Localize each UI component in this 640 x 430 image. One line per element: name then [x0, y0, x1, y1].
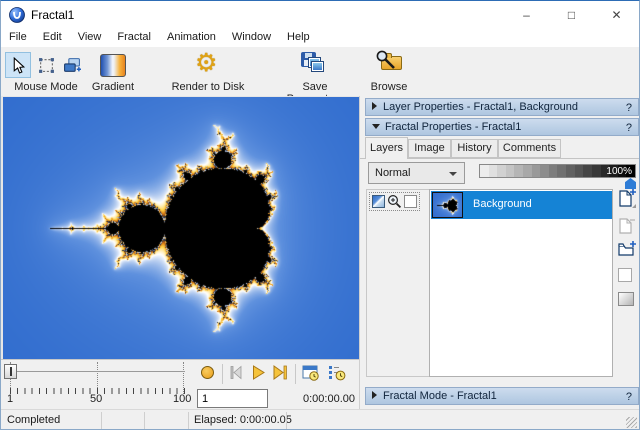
menu-window[interactable]: Window: [224, 29, 279, 47]
menu-animation[interactable]: Animation: [159, 29, 224, 47]
animation-window-button[interactable]: [302, 365, 320, 381]
play-button[interactable]: [250, 365, 266, 380]
layer-name: Background: [473, 198, 532, 210]
save-parameters-button[interactable]: [301, 52, 327, 78]
layer-thumbnail-canvas: [433, 193, 462, 217]
tick-label-1: 1: [7, 393, 13, 405]
collapsed-arrow-icon: [372, 102, 377, 110]
mouse-mode-switch-button[interactable]: [59, 52, 85, 78]
blend-mode-value: Normal: [375, 167, 410, 179]
fractal-mode-title: Fractal Mode - Fractal1: [383, 390, 497, 402]
minimize-button[interactable]: –: [504, 1, 549, 29]
layer-editable-icon[interactable]: [387, 194, 402, 209]
collapsed-arrow-icon: [372, 391, 377, 399]
fractal-properties-header[interactable]: Fractal Properties - Fractal1 ?: [365, 118, 639, 136]
mouse-mode-normal-button[interactable]: [5, 52, 31, 78]
animation-timeline: 1 50 100 0:00:00.00: [1, 359, 359, 409]
tab-layers[interactable]: Layers: [365, 137, 408, 159]
previous-keyframe-button[interactable]: [228, 365, 244, 380]
browse-label: Browse: [363, 81, 415, 93]
record-button[interactable]: [201, 366, 214, 379]
timeline-track[interactable]: [17, 371, 185, 372]
separator: [188, 412, 189, 429]
blend-mode-select[interactable]: Normal: [368, 162, 465, 184]
merge-layer-button[interactable]: [618, 268, 632, 282]
timeline-slider-handle[interactable]: [4, 364, 17, 379]
app-logo-icon: [9, 7, 25, 23]
layer-toggles-focus: [369, 192, 420, 211]
opacity-value: 100%: [606, 166, 632, 177]
add-layer-icon: [618, 189, 636, 209]
browse-button[interactable]: [377, 51, 405, 77]
layer-toggles-column: [366, 189, 429, 377]
mouse-mode-select-button[interactable]: [33, 52, 59, 78]
opacity-slider-handle[interactable]: [625, 178, 636, 189]
status-state: Completed: [7, 414, 60, 426]
toolbar: Mouse Mode Gradient ⚙ Render to Disk Sav…: [1, 47, 639, 96]
arrow-cursor-icon: [10, 57, 27, 74]
layers-list[interactable]: Background: [429, 189, 613, 377]
window-title: Fractal1: [31, 8, 74, 22]
separator: [101, 412, 102, 429]
status-bar: Completed Elapsed: 0:00:00.05: [1, 409, 639, 430]
close-button[interactable]: ✕: [594, 1, 639, 29]
selection-rectangle-icon: [38, 57, 55, 74]
status-elapsed: Elapsed: 0:00:00.05: [194, 414, 292, 426]
frame-number-input[interactable]: [197, 389, 268, 408]
menu-help[interactable]: Help: [279, 29, 318, 47]
menu-bar: File Edit View Fractal Animation Window …: [1, 29, 639, 47]
delete-layer-button[interactable]: [618, 217, 636, 235]
layer-visible-icon[interactable]: [372, 195, 385, 208]
separator: [295, 364, 296, 384]
gradient-button[interactable]: [100, 54, 126, 77]
fractal-view: [1, 96, 359, 359]
properties-panel: Layer Properties - Fractal1, Background …: [359, 96, 640, 409]
add-group-button[interactable]: [618, 241, 636, 257]
separator: [144, 412, 145, 429]
gradient-label: Gradient: [87, 81, 139, 93]
next-keyframe-button[interactable]: [272, 365, 288, 380]
layer-properties-header[interactable]: Layer Properties - Fractal1, Background …: [365, 98, 639, 116]
tab-history[interactable]: History: [451, 139, 498, 158]
chevron-down-icon: [449, 172, 457, 176]
tick-label-50: 50: [90, 393, 102, 405]
add-layer-button[interactable]: [618, 189, 636, 209]
menu-fractal[interactable]: Fractal: [109, 29, 159, 47]
resize-grip[interactable]: [626, 417, 637, 428]
menu-edit[interactable]: Edit: [35, 29, 70, 47]
separator: [286, 412, 287, 429]
switch-windows-icon: [63, 57, 81, 74]
delete-layer-icon: [618, 217, 636, 235]
maximize-button[interactable]: □: [549, 1, 594, 29]
fractal-properties-title: Fractal Properties - Fractal1: [385, 121, 521, 133]
menu-view[interactable]: View: [70, 29, 110, 47]
render-to-disk-button[interactable]: ⚙: [195, 48, 217, 78]
menu-file[interactable]: File: [1, 29, 35, 47]
flatten-layers-button[interactable]: [618, 292, 634, 306]
mandelbrot-canvas[interactable]: [3, 97, 359, 359]
title-bar[interactable]: Fractal1 – □ ✕: [1, 1, 639, 29]
add-group-icon: [618, 241, 636, 257]
timeline-time: 0:00:00.00: [277, 393, 355, 405]
separator: [222, 364, 223, 384]
tab-image[interactable]: Image: [408, 139, 451, 158]
render-to-disk-label: Render to Disk: [169, 81, 247, 93]
ultra-fractal-window: Fractal1 – □ ✕ File Edit View Fractal An…: [0, 0, 640, 430]
magnifier-icon: [375, 49, 397, 71]
timeline-settings-button[interactable]: [328, 365, 346, 381]
help-icon[interactable]: ?: [626, 100, 632, 116]
photo-card-front-icon: [311, 61, 324, 72]
layer-thumbnail[interactable]: [432, 192, 463, 218]
layer-transparent-checkbox[interactable]: [404, 195, 417, 208]
opacity-slider[interactable]: 100%: [479, 164, 636, 178]
layer-row-background[interactable]: Background: [431, 191, 612, 219]
layer-properties-title: Layer Properties - Fractal1, Background: [383, 101, 578, 113]
tick-label-100: 100: [173, 393, 191, 405]
mouse-mode-label: Mouse Mode: [3, 81, 89, 93]
fractal-mode-header[interactable]: Fractal Mode - Fractal1 ?: [365, 387, 639, 405]
expanded-arrow-icon: [372, 124, 380, 129]
help-icon[interactable]: ?: [626, 389, 632, 405]
help-icon[interactable]: ?: [626, 120, 632, 136]
tab-comments[interactable]: Comments: [498, 139, 561, 158]
